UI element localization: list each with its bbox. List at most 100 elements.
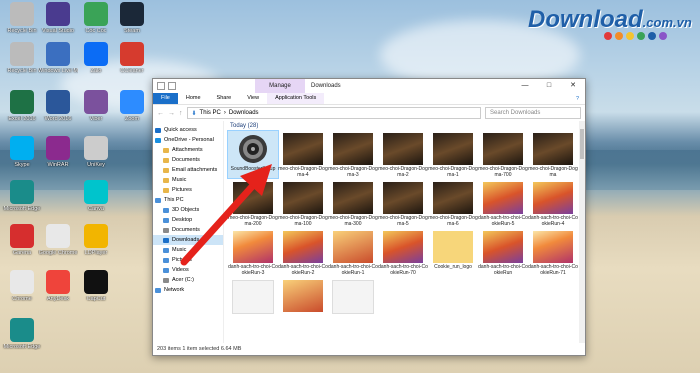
chevron-right-icon: › [223, 110, 226, 116]
nav-item[interactable]: Acer (C:) [153, 275, 223, 285]
file-name: meo-choi-Dragon-Dogma-5 [378, 215, 428, 227]
tab-application-tools[interactable]: Application Tools [267, 93, 325, 104]
desktop-icon-label: Zalo [90, 68, 102, 74]
file-item[interactable]: danh-sach-tro-choi-CookieRun [478, 229, 528, 276]
desktop-icon[interactable]: Canva [76, 180, 116, 212]
file-name: meo-choi-Dragon-Dogma-300 [328, 215, 378, 227]
window-title: Downloads [311, 83, 341, 89]
file-name: meo-choi-Dragon-Dogma [528, 166, 578, 178]
desktop-icon-label: Microsoft Edge [3, 344, 41, 350]
desktop-icon[interactable]: CapCut [76, 270, 116, 302]
tab-share[interactable]: Share [209, 93, 240, 104]
file-item[interactable]: meo-choi-Dragon-Dogma-300 [328, 180, 378, 227]
desktop-icon[interactable]: Google Chrome [38, 224, 78, 256]
desktop-icon[interactable]: Microsoft Edge [2, 180, 42, 212]
desktop-icon[interactable]: Recycle Bin [2, 2, 42, 34]
file-item[interactable]: meo-choi-Dragon-Dogma-700 [478, 131, 528, 178]
search-input[interactable]: Search Downloads [485, 107, 581, 119]
desktop-icon[interactable]: Windows Live Mail [38, 42, 78, 74]
file-item[interactable] [278, 278, 328, 315]
file-item[interactable]: meo-choi-Dragon-Dogma-5 [378, 180, 428, 227]
folder-icon [155, 197, 161, 203]
desktop-icon[interactable]: Excel 2016 [2, 90, 42, 122]
app-icon [10, 42, 34, 66]
group-header[interactable]: Today (28) [224, 121, 585, 131]
desktop-icon[interactable]: Garena [2, 224, 42, 256]
desktop-icon[interactable]: Zoom [112, 90, 152, 122]
desktop-icon[interactable]: LDPlayer [76, 224, 116, 256]
qat-icon[interactable] [157, 82, 165, 90]
desktop-icon[interactable]: AnyDesk [38, 270, 78, 302]
desktop-icon-label: Microsoft Edge [3, 206, 41, 212]
desktop-icon-label: Recycle Bin [7, 68, 37, 74]
file-name: meo-choi-Dragon-Dogma-2 [378, 166, 428, 178]
breadcrumb-downloads[interactable]: Downloads [229, 110, 259, 116]
ribbon-tabs: File Home Share View Application Tools ? [153, 93, 585, 105]
nav-item[interactable]: Network [153, 285, 223, 295]
desktop-icon[interactable]: Zalo [76, 42, 116, 74]
desktop-icon[interactable]: CCleaner [112, 42, 152, 74]
file-item[interactable]: meo-choi-Dragon-Dogma-1 [428, 131, 478, 178]
scrollbar[interactable] [579, 121, 585, 343]
desktop-icon[interactable]: Recycle Bin [2, 42, 42, 74]
desktop-icon[interactable]: Chrome [2, 270, 42, 302]
app-icon [84, 90, 108, 114]
image-thumbnail [533, 133, 573, 165]
qat-icon[interactable] [168, 82, 176, 90]
file-item[interactable]: meo-choi-Dragon-Dogma-3 [328, 131, 378, 178]
manage-tab[interactable]: Manage [255, 79, 305, 93]
up-icon[interactable]: ↑ [179, 110, 183, 117]
app-icon [10, 90, 34, 114]
desktop-icon[interactable]: Visual Studio [38, 2, 78, 34]
breadcrumb-this-pc[interactable]: This PC [200, 110, 221, 116]
image-thumbnail [333, 182, 373, 214]
close-icon[interactable]: ✕ [561, 79, 585, 93]
app-icon [84, 2, 108, 26]
image-thumbnail [533, 182, 573, 214]
desktop-icon-label: LDPlayer [84, 250, 108, 256]
desktop-icon[interactable]: Viber [76, 90, 116, 122]
folder-icon [163, 277, 169, 283]
app-icon [84, 270, 108, 294]
minimize-icon[interactable]: — [513, 79, 537, 93]
nav-item[interactable]: OneDrive - Personal [153, 135, 223, 145]
nav-item-label: OneDrive - Personal [164, 137, 214, 143]
file-item[interactable]: meo-choi-Dragon-Dogma-2 [378, 131, 428, 178]
address-bar[interactable]: ⬇ This PC › Downloads [186, 107, 481, 119]
quick-access-toolbar [153, 82, 176, 90]
scrollbar-thumb[interactable] [580, 129, 584, 159]
file-item[interactable]: danh-sach-tro-choi-CookieRun-70 [378, 229, 428, 276]
file-item[interactable]: danh-sach-tro-choi-CookieRun-5 [478, 180, 528, 227]
file-item[interactable] [228, 278, 278, 315]
file-item[interactable]: danh-sach-tro-choi-CookieRun-4 [528, 180, 578, 227]
desktop-icon[interactable]: Cốc Cốc [76, 2, 116, 34]
desktop-icon-label: Garena [12, 250, 32, 256]
forward-icon[interactable]: → [168, 110, 175, 117]
file-item[interactable]: meo-choi-Dragon-Dogma [528, 131, 578, 178]
desktop-icon[interactable]: Word 2016 [38, 90, 78, 122]
tab-file[interactable]: File [153, 93, 178, 104]
desktop-icon[interactable]: Steam [112, 2, 152, 34]
tab-home[interactable]: Home [178, 93, 209, 104]
file-item[interactable]: Cookie_run_logo [428, 229, 478, 276]
back-icon[interactable]: ← [157, 110, 164, 117]
nav-item[interactable]: Quick access [153, 125, 223, 135]
file-item[interactable]: meo-choi-Dragon-Dogma-6 [428, 180, 478, 227]
image-thumbnail [383, 231, 423, 263]
tab-view[interactable]: View [239, 93, 267, 104]
file-item[interactable] [328, 278, 378, 315]
app-icon [84, 180, 108, 204]
desktop-icon[interactable]: UniKey [76, 136, 116, 168]
app-icon [10, 318, 34, 342]
maximize-icon[interactable]: □ [537, 79, 561, 93]
folder-icon [163, 237, 169, 243]
nav-item-label: Quick access [164, 127, 197, 133]
desktop-icon[interactable]: WinRAR [38, 136, 78, 168]
desktop-icon[interactable]: Microsoft Edge [2, 318, 42, 350]
folder-icon [163, 207, 169, 213]
help-icon[interactable]: ? [576, 96, 585, 102]
desktop-icon[interactable]: Skype [2, 136, 42, 168]
file-item[interactable]: danh-sach-tro-choi-CookieRun-71 [528, 229, 578, 276]
folder-icon [155, 127, 161, 133]
file-item[interactable]: danh-sach-tro-choi-CookieRun-1 [328, 229, 378, 276]
